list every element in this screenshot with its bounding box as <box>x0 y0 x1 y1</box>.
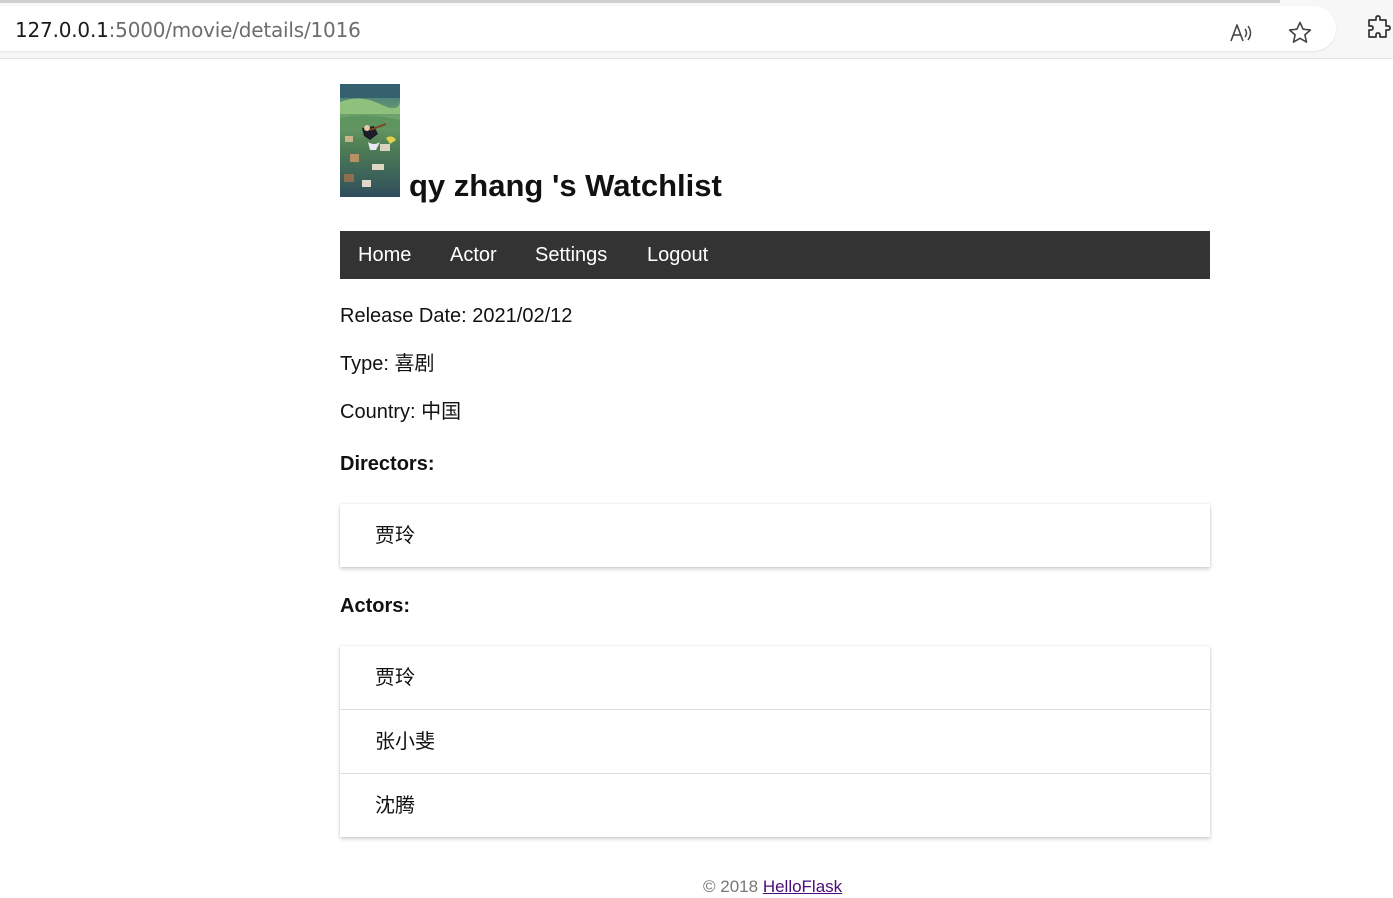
nav-bar: Home Actor Settings Logout <box>340 231 1210 279</box>
page-header: qy zhang 's Watchlist <box>340 84 1210 204</box>
nav-item-settings[interactable]: Settings <box>535 243 607 267</box>
loading-progress-bar <box>0 0 1280 3</box>
movie-type: Type: 喜剧 <box>340 353 435 375</box>
url-host: 127.0.0.1 <box>15 18 109 42</box>
read-aloud-icon[interactable] <box>1228 20 1254 46</box>
copyright-text: © 2018 <box>703 877 759 896</box>
nav-item-home[interactable]: Home <box>358 243 411 267</box>
list-item: 沈腾 <box>340 774 1210 837</box>
list-item: 张小斐 <box>340 710 1210 774</box>
list-item: 贾玲 <box>340 646 1210 710</box>
actor-name: 贾玲 <box>375 665 415 689</box>
nav-item-actor[interactable]: Actor <box>450 243 497 267</box>
directors-heading: Directors: <box>340 453 435 475</box>
actors-list: 贾玲 张小斐 沈腾 <box>340 646 1210 837</box>
footer-text: © 2018 HelloFlask <box>703 877 842 897</box>
actors-heading: Actors: <box>340 595 411 617</box>
director-name: 贾玲 <box>375 523 415 547</box>
url-text[interactable]: 127.0.0.1:5000/movie/details/1016 <box>15 19 361 41</box>
browser-toolbar: 127.0.0.1:5000/movie/details/1016 <box>0 0 1393 59</box>
favorite-star-icon[interactable] <box>1287 20 1313 46</box>
page-title: qy zhang 's Watchlist <box>409 168 722 203</box>
movie-country: Country: 中国 <box>340 401 462 423</box>
directors-list: 贾玲 <box>340 504 1210 567</box>
release-date: Release Date: 2021/02/12 <box>340 305 573 327</box>
actor-name: 张小斐 <box>375 729 435 753</box>
nav-item-logout[interactable]: Logout <box>647 243 708 267</box>
url-path: :5000/movie/details/1016 <box>108 18 361 42</box>
list-item: 贾玲 <box>340 504 1210 567</box>
extensions-icon[interactable] <box>1366 15 1392 41</box>
address-bar[interactable]: 127.0.0.1:5000/movie/details/1016 <box>0 6 1336 51</box>
page-container: qy zhang 's Watchlist Home Actor Setting… <box>340 84 1210 896</box>
avatar-image <box>340 84 400 197</box>
helloflask-link[interactable]: HelloFlask <box>763 877 842 896</box>
actor-name: 沈腾 <box>375 793 415 817</box>
